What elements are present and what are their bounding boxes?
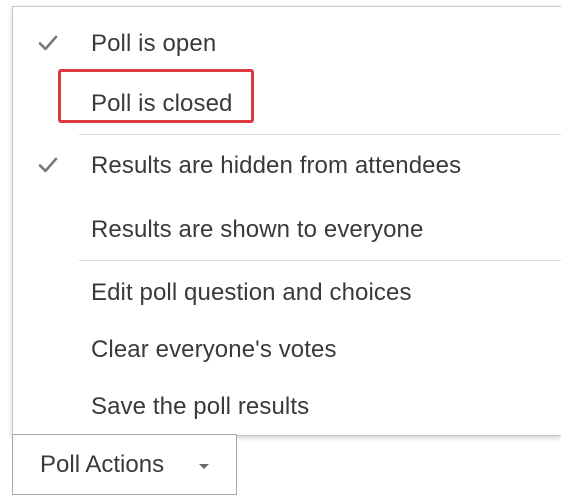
check-icon bbox=[38, 35, 58, 51]
menu-divider bbox=[79, 134, 561, 135]
menu-item-label: Poll is open bbox=[91, 30, 217, 57]
menu-item-edit-poll[interactable]: Edit poll question and choices bbox=[13, 266, 561, 320]
poll-actions-label: Poll Actions bbox=[40, 450, 165, 478]
menu-item-label: Clear everyone's votes bbox=[91, 336, 337, 363]
menu-item-results-shown[interactable]: Results are shown to everyone bbox=[13, 203, 561, 257]
check-icon bbox=[38, 157, 58, 173]
menu-item-label: Results are shown to everyone bbox=[91, 216, 424, 243]
menu-item-label: Save the poll results bbox=[91, 393, 310, 420]
chevron-down-icon bbox=[199, 464, 209, 469]
menu-item-save-results[interactable]: Save the poll results bbox=[13, 380, 561, 434]
menu-item-poll-open[interactable]: Poll is open bbox=[13, 17, 561, 71]
menu-item-label: Edit poll question and choices bbox=[91, 279, 412, 306]
highlight-annotation bbox=[58, 69, 254, 123]
menu-item-label: Results are hidden from attendees bbox=[91, 152, 462, 179]
menu-item-results-hidden[interactable]: Results are hidden from attendees bbox=[13, 139, 561, 193]
poll-actions-button[interactable]: Poll Actions bbox=[12, 434, 237, 495]
menu-item-clear-votes[interactable]: Clear everyone's votes bbox=[13, 323, 561, 377]
menu-divider bbox=[79, 260, 561, 261]
